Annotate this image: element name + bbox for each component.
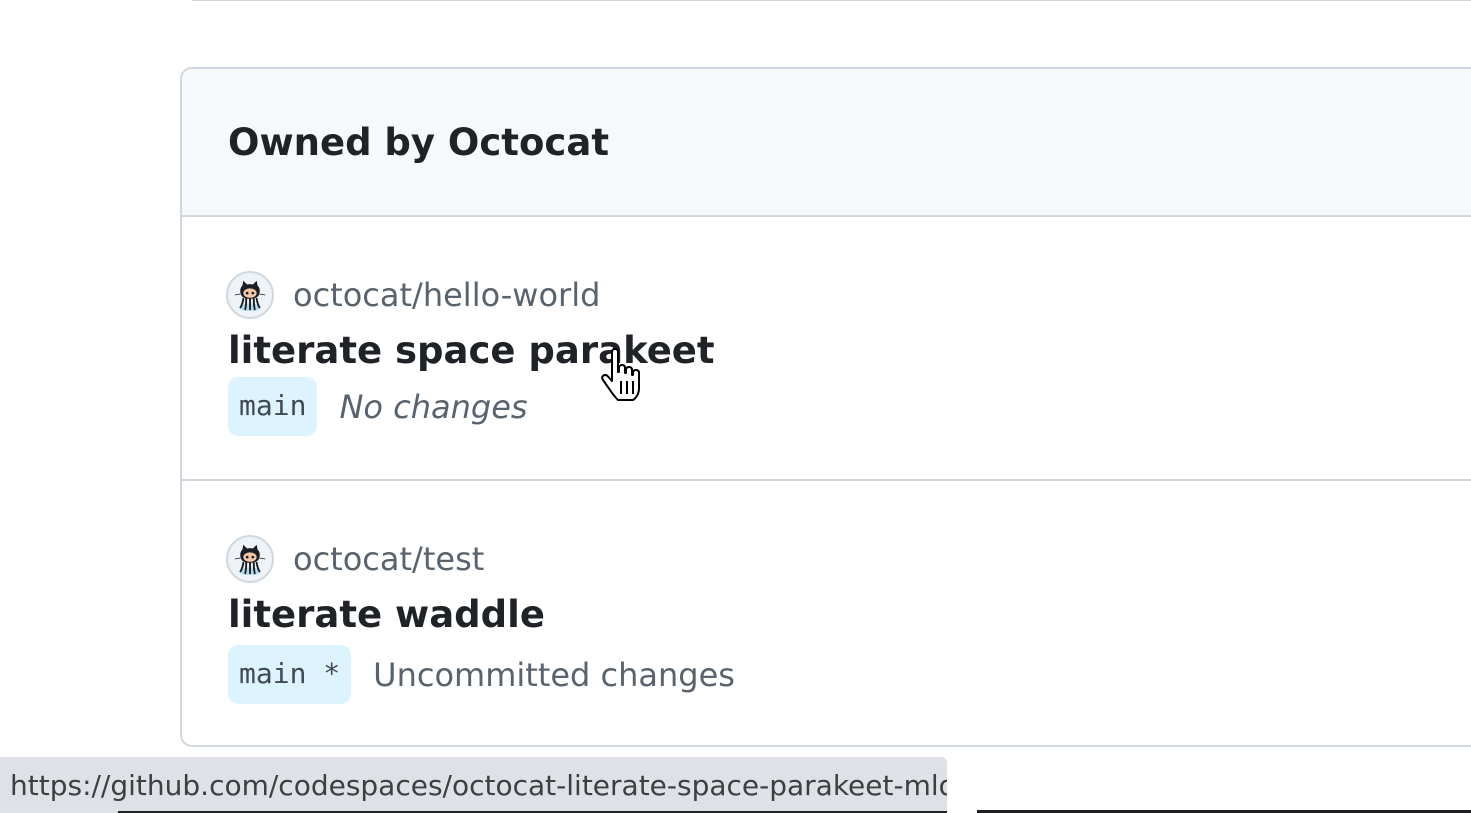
branch-badge: main * [228, 645, 352, 704]
codespace-name-link[interactable]: literate space parakeet [228, 329, 715, 373]
repo-name[interactable]: octocat/hello-world [293, 275, 600, 315]
codespace-list-item: octocat/hello-world literate space parak… [182, 217, 1471, 479]
link-preview-status-bar: https://github.com/codespaces/octocat-li… [0, 757, 947, 813]
repo-name[interactable]: octocat/test [293, 539, 484, 579]
repo-row: octocat/hello-world [226, 271, 600, 319]
branch-badge: main [228, 377, 318, 436]
changes-status: No changes [339, 387, 528, 426]
octocat-avatar-icon [226, 271, 274, 319]
octocat-avatar-icon [226, 535, 274, 583]
panel-title: Owned by Octocat [228, 121, 610, 164]
codespace-name-link[interactable]: literate waddle [228, 593, 545, 637]
codespace-meta: main * Uncommitted changes [228, 645, 735, 704]
top-divider [192, 0, 1471, 1]
codespace-meta: main No changes [228, 377, 528, 436]
codespace-list-item: octocat/test literate waddle main * Unco… [182, 479, 1471, 741]
repo-row: octocat/test [226, 535, 484, 583]
owned-codespaces-panel: Owned by Octocat octocat/hello-world lit… [180, 67, 1471, 747]
changes-status: Uncommitted changes [373, 655, 735, 694]
panel-header: Owned by Octocat [182, 69, 1471, 217]
